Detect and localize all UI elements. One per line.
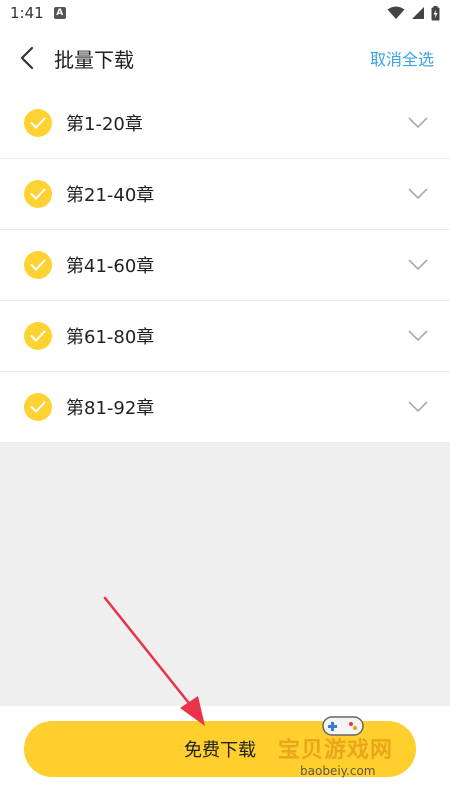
chapter-label: 第61-80章 [66, 327, 155, 348]
chapter-list: 第1-20章 第21-40章 第41-60章 第61-80章 第81-92章 [0, 88, 450, 443]
check-circle-icon[interactable] [24, 109, 52, 137]
bottom-bar: 免费下载 [0, 706, 450, 800]
chevron-down-icon[interactable] [408, 259, 428, 271]
status-bar: 1:41 A [0, 0, 450, 26]
chapter-item-21-40[interactable]: 第21-40章 [0, 159, 450, 230]
wifi-icon [387, 6, 405, 19]
chevron-down-icon[interactable] [408, 117, 428, 129]
chapter-item-1-20[interactable]: 第1-20章 [0, 88, 450, 159]
screen: 1:41 A 批量下载 取消全选 第1-20章 第21-40章 第41-60章 … [0, 0, 450, 800]
cancel-select-all-button[interactable]: 取消全选 [370, 46, 434, 70]
free-download-label: 免费下载 [184, 740, 256, 761]
header: 批量下载 取消全选 [0, 30, 450, 86]
check-circle-icon[interactable] [24, 180, 52, 208]
chevron-left-icon [20, 46, 34, 70]
chevron-down-icon[interactable] [408, 188, 428, 200]
back-button[interactable] [0, 30, 54, 86]
a-notification-icon: A [53, 7, 66, 19]
status-time: 1:41 [10, 4, 44, 22]
check-circle-icon[interactable] [24, 322, 52, 350]
chapter-label: 第81-92章 [66, 398, 155, 419]
chevron-down-icon[interactable] [408, 330, 428, 342]
chapter-item-81-92[interactable]: 第81-92章 [0, 372, 450, 443]
signal-icon [412, 7, 424, 19]
chapter-item-61-80[interactable]: 第61-80章 [0, 301, 450, 372]
status-icons [387, 5, 440, 21]
chevron-down-icon[interactable] [408, 401, 428, 413]
chapter-label: 第1-20章 [66, 114, 143, 135]
chapter-label: 第41-60章 [66, 256, 155, 277]
chapter-item-41-60[interactable]: 第41-60章 [0, 230, 450, 301]
battery-icon [431, 5, 440, 20]
check-circle-icon[interactable] [24, 251, 52, 279]
free-download-button[interactable]: 免费下载 [24, 721, 416, 777]
page-title: 批量下载 [54, 47, 134, 72]
check-circle-icon[interactable] [24, 393, 52, 421]
chapter-label: 第21-40章 [66, 185, 155, 206]
empty-area [0, 443, 450, 706]
